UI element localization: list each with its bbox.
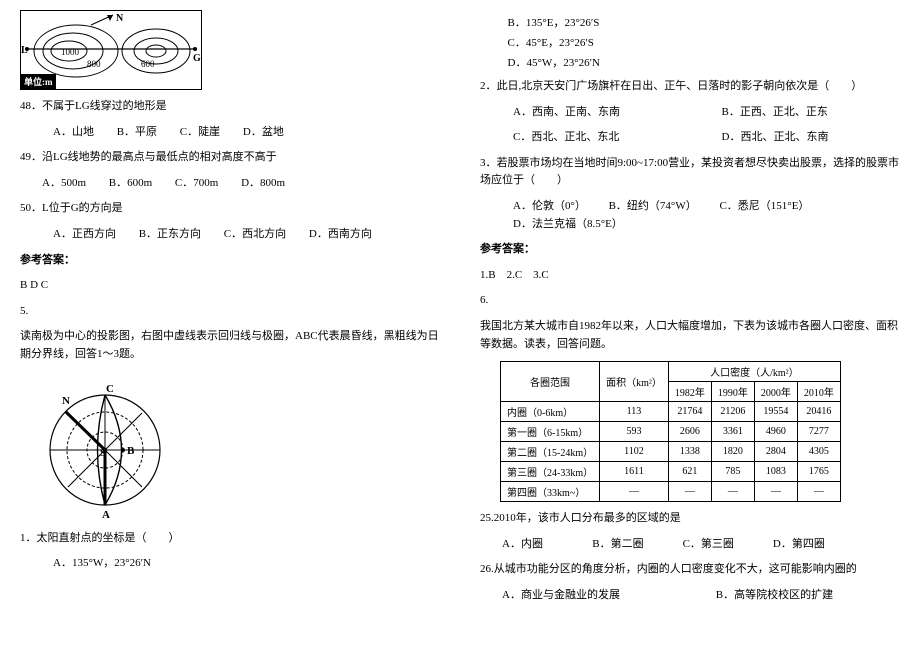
q48-opt-d: D．盆地 — [243, 124, 284, 142]
table-row: 第三圈（24-33km） 1611 621 785 1083 1765 — [501, 462, 841, 482]
q50-options: A．正西方向 B．正东方向 C．西北方向 D．西南方向 — [20, 226, 440, 244]
q49-opt-d: D．800m — [241, 175, 285, 193]
q49-opt-c: C．700m — [175, 175, 218, 193]
left-column: N L G 1000 800 600 单位:m 48．不属 — [20, 10, 460, 641]
q5-number: 5. — [20, 303, 440, 321]
svg-text:600: 600 — [141, 59, 155, 69]
q48-opt-b: B．平原 — [117, 124, 157, 142]
q5-stem: 读南极为中心的投影图，右图中虚线表示回归线与极圈，ABC代表晨昏线，黑粗线为日期… — [20, 328, 440, 363]
q5-1-opts-cont: B．135°E，23°26′S C．45°E，23°26′S D．45°W，23… — [480, 14, 900, 70]
right-column: B．135°E，23°26′S C．45°E，23°26′S D．45°W，23… — [460, 10, 900, 641]
fig1-unit-label: 单位:m — [21, 74, 56, 89]
fig1-n: N — [116, 13, 124, 24]
q48-options: A．山地 B．平原 C．陡崖 D．盆地 — [20, 124, 440, 142]
figure-polar-projection: S N C B A — [30, 372, 180, 522]
q25-opt-c: C．第三圈 — [683, 536, 771, 554]
q48-opt-c: C．陡崖 — [180, 124, 220, 142]
q5-3-stem: 3．若股票市场均在当地时间9:00~17:00营业，某投资者想尽快卖出股票，选择… — [480, 155, 900, 190]
svg-text:B: B — [127, 445, 135, 457]
worksheet-page: N L G 1000 800 600 单位:m 48．不属 — [0, 0, 920, 651]
q5-1-opt-d: D．45°W，23°26′N — [508, 54, 901, 70]
q5-3-opts: A．伦敦（0°） B．纽约（74°W） C．悉尼（151°E） D．法兰克福（8… — [480, 198, 900, 233]
svg-text:1000: 1000 — [61, 47, 80, 57]
answer-2: 1.B 2.C 3.C — [480, 267, 900, 285]
table-row: 第二圈（15-24km） 1102 1338 1820 2804 4305 — [501, 442, 841, 462]
q26-opt-a: A．商业与金融业的发展 — [502, 587, 693, 605]
q5-1-opt-a: A．135°W，23°26′N — [20, 555, 440, 573]
q26-stem: 26.从城市功能分区的角度分析，内圈的人口密度变化不大，这可能影响内圈的 — [480, 561, 900, 579]
population-density-table: 各圈范围 面积（km²） 人口密度（人/km²） 1982年 1990年 200… — [500, 361, 841, 502]
svg-text:L: L — [21, 45, 28, 56]
figure-contour-map: N L G 1000 800 600 单位:m — [20, 10, 202, 90]
q25-opt-d: D．第四圈 — [773, 536, 861, 554]
table-header-row: 各圈范围 面积（km²） 人口密度（人/km²） — [501, 362, 841, 382]
q5-2-opts-cd: C．西北、正北、东北 D．西北、正北、东南 — [480, 129, 900, 147]
q6-number: 6. — [480, 292, 900, 310]
answer-label-2: 参考答案： — [480, 241, 900, 259]
q5-3-opt-a: A．伦敦（0°） — [513, 198, 586, 216]
q25-options: A．内圈 B．第二圈 C．第三圈 D．第四圈 — [480, 536, 900, 554]
q49-stem: 49．沿LG线地势的最高点与最低点的相对高度不高于 — [20, 149, 440, 167]
th-2010: 2010年 — [797, 382, 840, 402]
table-row: 第一圈（6-15km） 593 2606 3361 4960 7277 — [501, 422, 841, 442]
svg-text:G: G — [193, 53, 201, 64]
q25-opt-a: A．内圈 — [502, 536, 590, 554]
q5-1-opt-b: B．135°E，23°26′S — [508, 14, 901, 30]
q5-2-opt-c: C．西北、正北、东北 — [513, 129, 699, 147]
svg-text:C: C — [106, 383, 114, 395]
q26-options: A．商业与金融业的发展 B．高等院校校区的扩建 — [480, 587, 900, 605]
q48-stem: 48．不属于LG线穿过的地形是 — [20, 98, 440, 116]
q5-2-opts-ab: A．西南、正南、东南 B．正西、正北、正东 — [480, 104, 900, 122]
table-row: 第四圈（33km~） — — — — — — [501, 482, 841, 502]
q25-stem: 25.2010年，该市人口分布最多的区域的是 — [480, 510, 900, 528]
th-scope: 各圈范围 — [501, 362, 600, 402]
answer-label-1: 参考答案： — [20, 252, 440, 270]
q49-opt-a: A．500m — [42, 175, 86, 193]
q26-opt-b: B．高等院校校区的扩建 — [716, 587, 833, 605]
q5-1-stem: 1．太阳直射点的坐标是（ ） — [20, 530, 440, 548]
q5-2-stem: 2．此日,北京天安门广场旗杆在日出、正午、日落时的影子朝向依次是（ ） — [480, 78, 900, 96]
q5-2-opt-a: A．西南、正南、东南 — [513, 104, 699, 122]
q49-options: A．500m B．600m C．700m D．800m — [20, 175, 440, 193]
svg-text:800: 800 — [87, 59, 101, 69]
svg-text:A: A — [102, 509, 110, 521]
q6-stem: 我国北方某大城市自1982年以来，人口大幅度增加，下表为该城市各圈人口密度、面积… — [480, 318, 900, 353]
q5-3-opt-d: D．法兰克福（8.5°E） — [513, 216, 623, 234]
svg-text:S: S — [100, 447, 106, 459]
q50-opt-d: D．西南方向 — [309, 226, 372, 244]
th-density: 人口密度（人/km²） — [668, 362, 840, 382]
q25-opt-b: B．第二圈 — [592, 536, 680, 554]
q5-2-opt-b: B．正西、正北、正东 — [722, 104, 828, 122]
q5-1-opt-c: C．45°E，23°26′S — [508, 34, 901, 50]
th-2000: 2000年 — [754, 382, 797, 402]
q50-opt-b: B．正东方向 — [139, 226, 201, 244]
q48-opt-a: A．山地 — [53, 124, 94, 142]
q50-stem: 50．L位于G的方向是 — [20, 200, 440, 218]
q5-3-opt-c: C．悉尼（151°E） — [719, 198, 809, 216]
answer-1: B D C — [20, 277, 440, 295]
q50-opt-c: C．西北方向 — [224, 226, 286, 244]
th-1990: 1990年 — [711, 382, 754, 402]
q5-3-opt-b: B．纽约（74°W） — [609, 198, 697, 216]
svg-text:N: N — [62, 395, 70, 407]
q50-opt-a: A．正西方向 — [53, 226, 116, 244]
q49-opt-b: B．600m — [109, 175, 152, 193]
th-area: 面积（km²） — [600, 362, 669, 402]
q5-2-opt-d: D．西北、正北、东南 — [722, 129, 829, 147]
table-row: 内圈（0-6km） 113 21764 21206 19554 20416 — [501, 402, 841, 422]
th-1982: 1982年 — [668, 382, 711, 402]
